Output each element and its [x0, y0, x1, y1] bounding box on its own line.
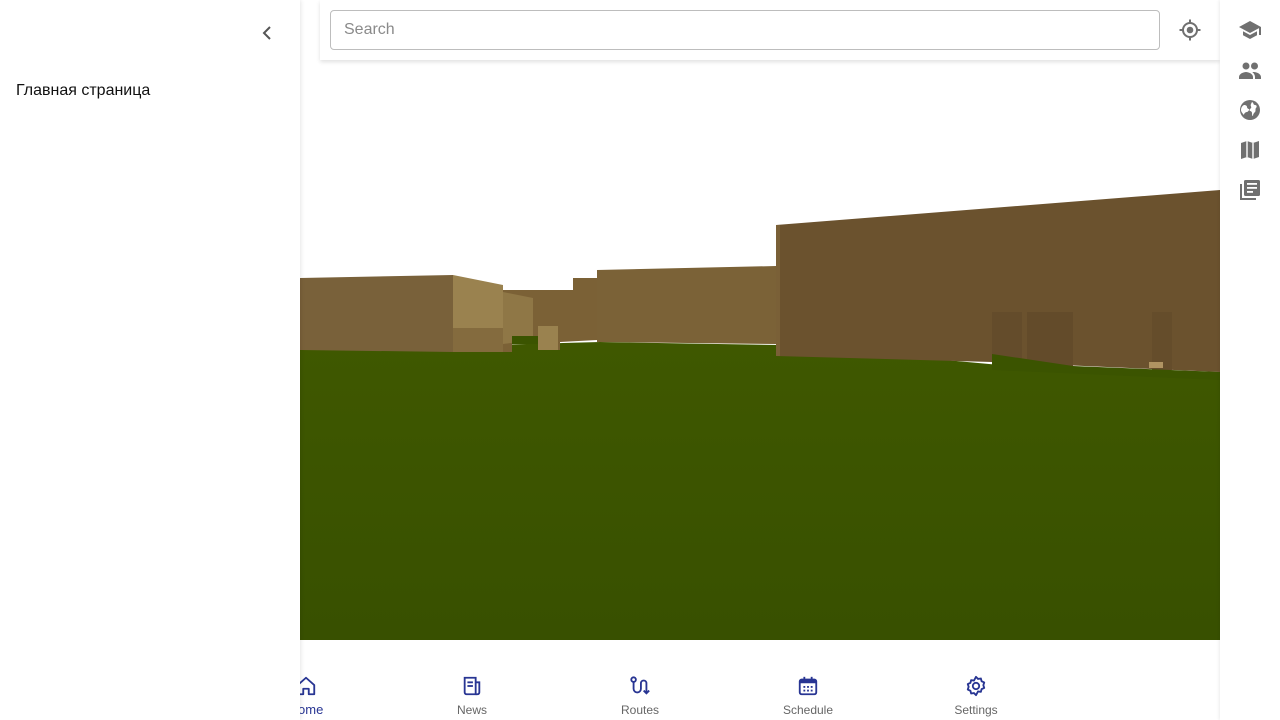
- school-icon: [1239, 21, 1261, 39]
- search-input[interactable]: [330, 10, 1160, 50]
- building-mid-crate: [538, 326, 558, 350]
- building-right-edge: [776, 225, 780, 356]
- building-left-door: [453, 328, 505, 352]
- globe-icon: [1240, 100, 1260, 120]
- globe-button[interactable]: [1238, 98, 1262, 122]
- nav-settings-label: Settings: [954, 703, 998, 717]
- building-right-window-2: [1027, 312, 1073, 366]
- right-toolbar: [1220, 0, 1280, 720]
- route-icon: [628, 674, 652, 698]
- my-location-icon: [1179, 19, 1201, 41]
- ground-plane: [300, 342, 1220, 640]
- settings-icon: [964, 674, 988, 698]
- building-left: [300, 275, 453, 352]
- chevron-left-icon: [262, 26, 271, 40]
- search-bar: [320, 0, 1220, 60]
- hedge-mid: [512, 336, 538, 344]
- newspaper-icon: [460, 674, 484, 698]
- nav-schedule[interactable]: Schedule: [753, 674, 863, 720]
- building-center: [597, 266, 776, 344]
- building-right-window-3: [1152, 312, 1172, 370]
- map-3d-view[interactable]: [300, 0, 1220, 640]
- nav-routes[interactable]: Routes: [585, 674, 695, 720]
- scene-canvas[interactable]: [300, 0, 1220, 640]
- nav-schedule-label: Schedule: [782, 703, 834, 717]
- drawer-home-link[interactable]: Главная страница: [16, 82, 150, 100]
- map-button[interactable]: [1238, 138, 1262, 162]
- collapse-drawer-button[interactable]: [255, 21, 279, 45]
- people-icon: [1239, 62, 1261, 79]
- library-books-icon: [1240, 180, 1260, 200]
- nav-settings[interactable]: Settings: [921, 674, 1031, 720]
- people-button[interactable]: [1238, 58, 1262, 82]
- nav-news[interactable]: News: [417, 674, 527, 720]
- side-drawer: Главная страница: [0, 0, 300, 720]
- app-root: Home News Routes: [0, 0, 1280, 720]
- map-icon: [1241, 141, 1259, 159]
- my-location-button[interactable]: [1176, 16, 1204, 44]
- building-right-light: [1149, 362, 1163, 368]
- building-right-window-1: [992, 312, 1022, 362]
- calendar-icon: [796, 674, 820, 698]
- nav-news-label: News: [456, 703, 487, 717]
- school-button[interactable]: [1238, 18, 1262, 42]
- nav-routes-label: Routes: [620, 703, 660, 717]
- library-books-button[interactable]: [1238, 178, 1262, 202]
